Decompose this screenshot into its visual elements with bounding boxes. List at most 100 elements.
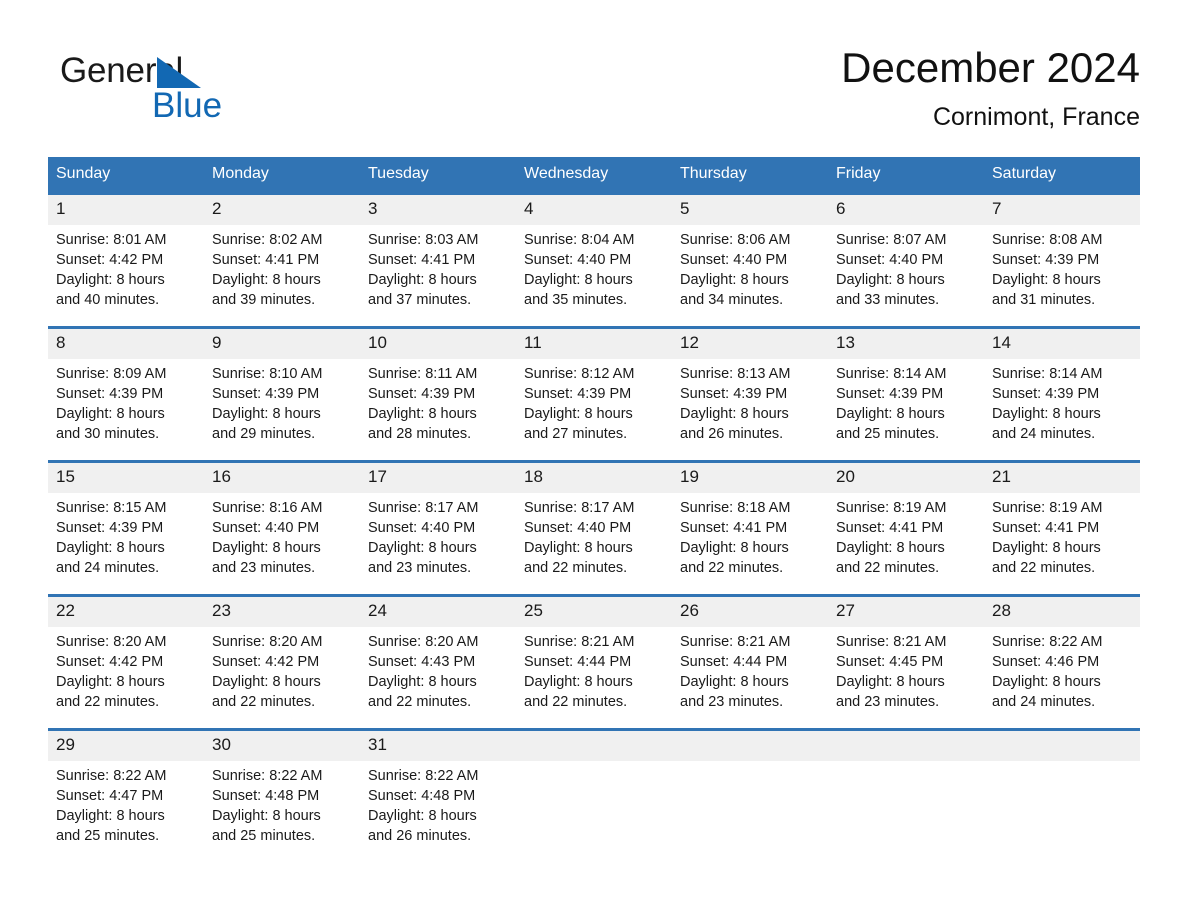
day-cell[interactable]: Sunrise: 8:21 AM Sunset: 4:45 PM Dayligh… [828, 627, 984, 730]
day-cell[interactable]: Sunrise: 8:09 AM Sunset: 4:39 PM Dayligh… [48, 359, 204, 462]
day-number[interactable]: 18 [516, 460, 672, 493]
day-number-empty [828, 728, 984, 761]
day-number[interactable]: 10 [360, 326, 516, 359]
day-number[interactable]: 16 [204, 460, 360, 493]
weekday-header-sunday: Sunday [48, 157, 204, 194]
weekday-header-wednesday: Wednesday [516, 157, 672, 194]
day-number[interactable]: 26 [672, 594, 828, 627]
daylight-text-line2: and 29 minutes. [212, 426, 316, 442]
sunrise-text: Sunrise: 8:17 AM [368, 500, 479, 516]
daylight-text-line1: Daylight: 8 hours [56, 674, 165, 690]
day-number[interactable]: 9 [204, 326, 360, 359]
day-cell[interactable]: Sunrise: 8:17 AM Sunset: 4:40 PM Dayligh… [360, 493, 516, 596]
day-number[interactable]: 12 [672, 326, 828, 359]
day-number[interactable]: 20 [828, 460, 984, 493]
daylight-text-line1: Daylight: 8 hours [524, 272, 633, 288]
day-number[interactable]: 8 [48, 326, 204, 359]
day-cell[interactable]: Sunrise: 8:10 AM Sunset: 4:39 PM Dayligh… [204, 359, 360, 462]
day-cell[interactable]: Sunrise: 8:14 AM Sunset: 4:39 PM Dayligh… [984, 359, 1140, 462]
day-cell[interactable]: Sunrise: 8:22 AM Sunset: 4:48 PM Dayligh… [360, 761, 516, 862]
day-number[interactable]: 25 [516, 594, 672, 627]
day-cell[interactable]: Sunrise: 8:18 AM Sunset: 4:41 PM Dayligh… [672, 493, 828, 596]
day-number[interactable]: 1 [48, 192, 204, 225]
day-cell[interactable]: Sunrise: 8:20 AM Sunset: 4:42 PM Dayligh… [48, 627, 204, 730]
day-number[interactable]: 7 [984, 192, 1140, 225]
day-cell[interactable]: Sunrise: 8:07 AM Sunset: 4:40 PM Dayligh… [828, 225, 984, 328]
sunset-text: Sunset: 4:39 PM [56, 520, 164, 536]
daylight-text-line2: and 39 minutes. [212, 292, 316, 308]
day-number[interactable]: 23 [204, 594, 360, 627]
page-title: December 2024 [841, 44, 1140, 91]
daylight-text-line1: Daylight: 8 hours [836, 272, 945, 288]
day-number[interactable]: 27 [828, 594, 984, 627]
sunrise-text: Sunrise: 8:02 AM [212, 232, 323, 248]
day-cell[interactable]: Sunrise: 8:08 AM Sunset: 4:39 PM Dayligh… [984, 225, 1140, 328]
day-cell[interactable]: Sunrise: 8:22 AM Sunset: 4:48 PM Dayligh… [204, 761, 360, 862]
day-number[interactable]: 5 [672, 192, 828, 225]
day-cell[interactable]: Sunrise: 8:21 AM Sunset: 4:44 PM Dayligh… [516, 627, 672, 730]
day-number[interactable]: 24 [360, 594, 516, 627]
day-number[interactable]: 6 [828, 192, 984, 225]
day-number[interactable]: 2 [204, 192, 360, 225]
sunset-text: Sunset: 4:40 PM [680, 252, 788, 268]
day-number[interactable]: 3 [360, 192, 516, 225]
sunset-text: Sunset: 4:40 PM [524, 520, 632, 536]
daylight-text-line1: Daylight: 8 hours [992, 272, 1101, 288]
day-cell[interactable]: Sunrise: 8:20 AM Sunset: 4:43 PM Dayligh… [360, 627, 516, 730]
day-cell[interactable]: Sunrise: 8:03 AM Sunset: 4:41 PM Dayligh… [360, 225, 516, 328]
page-header: General Blue December 2024 Cornimont, Fr… [48, 42, 1140, 142]
week-daynumber-row: 22 23 24 25 26 27 28 [48, 594, 1140, 627]
day-number[interactable]: 17 [360, 460, 516, 493]
daylight-text-line1: Daylight: 8 hours [992, 540, 1101, 556]
day-cell[interactable]: Sunrise: 8:11 AM Sunset: 4:39 PM Dayligh… [360, 359, 516, 462]
sunrise-text: Sunrise: 8:21 AM [524, 634, 635, 650]
day-cell[interactable]: Sunrise: 8:20 AM Sunset: 4:42 PM Dayligh… [204, 627, 360, 730]
day-number[interactable]: 21 [984, 460, 1140, 493]
daylight-text-line1: Daylight: 8 hours [836, 540, 945, 556]
day-number[interactable]: 4 [516, 192, 672, 225]
sunset-text: Sunset: 4:48 PM [368, 788, 476, 804]
day-cell[interactable]: Sunrise: 8:04 AM Sunset: 4:40 PM Dayligh… [516, 225, 672, 328]
daylight-text-line2: and 22 minutes. [836, 560, 940, 576]
day-number[interactable]: 11 [516, 326, 672, 359]
day-cell[interactable]: Sunrise: 8:22 AM Sunset: 4:46 PM Dayligh… [984, 627, 1140, 730]
day-cell[interactable]: Sunrise: 8:16 AM Sunset: 4:40 PM Dayligh… [204, 493, 360, 596]
daylight-text-line2: and 24 minutes. [56, 560, 160, 576]
daylight-text-line1: Daylight: 8 hours [680, 540, 789, 556]
weekday-header-tuesday: Tuesday [360, 157, 516, 194]
day-cell[interactable]: Sunrise: 8:13 AM Sunset: 4:39 PM Dayligh… [672, 359, 828, 462]
day-number[interactable]: 30 [204, 728, 360, 761]
sunset-text: Sunset: 4:39 PM [212, 386, 320, 402]
sunrise-text: Sunrise: 8:17 AM [524, 500, 635, 516]
day-cell[interactable]: Sunrise: 8:06 AM Sunset: 4:40 PM Dayligh… [672, 225, 828, 328]
day-number[interactable]: 29 [48, 728, 204, 761]
day-cell[interactable]: Sunrise: 8:01 AM Sunset: 4:42 PM Dayligh… [48, 225, 204, 328]
day-cell[interactable]: Sunrise: 8:14 AM Sunset: 4:39 PM Dayligh… [828, 359, 984, 462]
weekday-header-monday: Monday [204, 157, 360, 194]
daylight-text-line2: and 22 minutes. [524, 560, 628, 576]
calendar-page: General Blue December 2024 Cornimont, Fr… [0, 0, 1188, 918]
day-number[interactable]: 22 [48, 594, 204, 627]
day-cell[interactable]: Sunrise: 8:17 AM Sunset: 4:40 PM Dayligh… [516, 493, 672, 596]
sunrise-text: Sunrise: 8:22 AM [56, 768, 167, 784]
day-cell[interactable]: Sunrise: 8:19 AM Sunset: 4:41 PM Dayligh… [984, 493, 1140, 596]
day-number[interactable]: 19 [672, 460, 828, 493]
sunset-text: Sunset: 4:40 PM [368, 520, 476, 536]
sunset-text: Sunset: 4:44 PM [680, 654, 788, 670]
day-number[interactable]: 13 [828, 326, 984, 359]
day-cell[interactable]: Sunrise: 8:22 AM Sunset: 4:47 PM Dayligh… [48, 761, 204, 862]
day-cell[interactable]: Sunrise: 8:19 AM Sunset: 4:41 PM Dayligh… [828, 493, 984, 596]
day-number[interactable]: 31 [360, 728, 516, 761]
day-cell[interactable]: Sunrise: 8:21 AM Sunset: 4:44 PM Dayligh… [672, 627, 828, 730]
sunrise-text: Sunrise: 8:10 AM [212, 366, 323, 382]
day-number[interactable]: 14 [984, 326, 1140, 359]
day-cell[interactable]: Sunrise: 8:15 AM Sunset: 4:39 PM Dayligh… [48, 493, 204, 596]
weekday-header-thursday: Thursday [672, 157, 828, 194]
day-number[interactable]: 28 [984, 594, 1140, 627]
daylight-text-line2: and 22 minutes. [368, 694, 472, 710]
day-cell[interactable]: Sunrise: 8:12 AM Sunset: 4:39 PM Dayligh… [516, 359, 672, 462]
daylight-text-line2: and 23 minutes. [368, 560, 472, 576]
day-number[interactable]: 15 [48, 460, 204, 493]
day-cell[interactable]: Sunrise: 8:02 AM Sunset: 4:41 PM Dayligh… [204, 225, 360, 328]
daylight-text-line1: Daylight: 8 hours [56, 272, 165, 288]
